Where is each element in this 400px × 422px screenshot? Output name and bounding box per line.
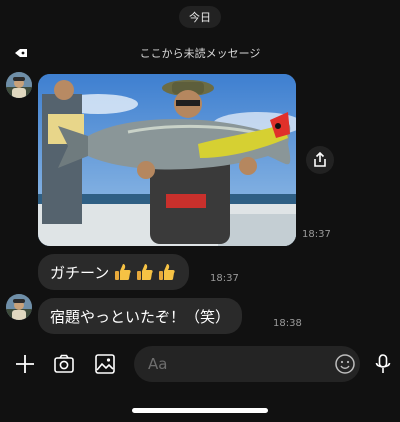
microphone-icon [375,354,391,373]
message-text: ガチーン [50,263,110,282]
chat-screen: 今日 ここから未読メッセージ 18:37 ガチーン 18:37 宿題やっといたぞ… [0,0,400,422]
avatar-photo-icon [6,72,32,98]
gallery-icon [95,354,115,374]
add-button[interactable] [12,351,38,377]
thumbs-up-icon [115,264,131,280]
home-indicator[interactable] [132,408,268,413]
emoji-group [113,262,177,282]
thumbs-up-icon [159,264,175,280]
camera-button[interactable] [51,351,77,377]
date-chip: 今日 [179,6,221,28]
message-time: 18:38 [273,318,302,329]
avatar[interactable] [6,72,32,98]
unread-divider-label: ここから未読メッセージ [139,47,261,60]
share-button[interactable] [306,146,334,174]
photo-icon [38,74,296,246]
avatar[interactable] [6,294,32,320]
message-bubble[interactable]: 宿題やっといたぞ！（笑） [38,298,243,334]
microphone-button[interactable] [370,351,396,377]
gallery-button[interactable] [92,351,118,377]
thumbs-up-icon [137,264,153,280]
message-bubble[interactable]: ガチーン [38,254,190,290]
message-input[interactable]: Aa [134,346,360,382]
plus-icon [16,355,34,373]
emoji-icon [335,354,355,374]
avatar-photo-icon [6,294,32,320]
unread-marker-icon [15,49,27,57]
emoji-button[interactable] [332,351,358,377]
camera-icon [54,354,74,373]
message-input-placeholder: Aa [148,355,168,373]
input-bar: Aa [0,340,400,390]
message-time: 18:37 [302,229,331,240]
photo-message[interactable] [38,74,296,246]
unread-divider: ここから未読メッセージ [10,43,390,63]
message-time: 18:37 [210,273,239,284]
message-text: 宿題やっといたぞ！（笑） [50,307,231,326]
share-icon [314,152,326,167]
